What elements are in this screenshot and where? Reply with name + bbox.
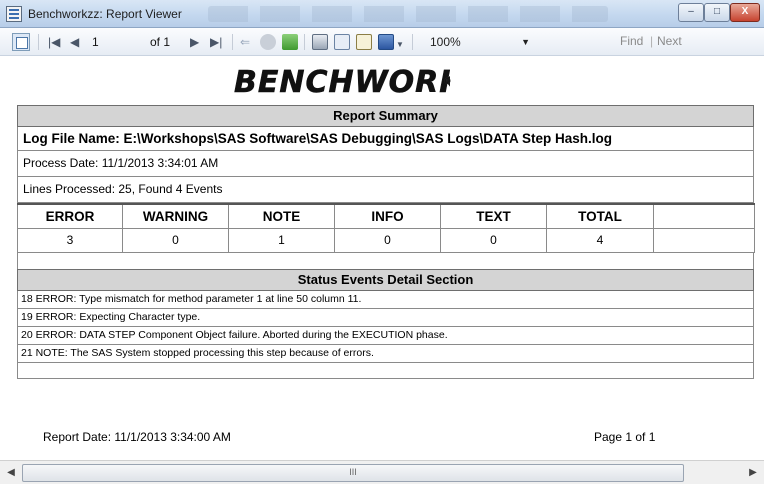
scrollbar-grip: III: [349, 467, 357, 477]
scroll-right-arrow-icon[interactable]: ▶: [744, 464, 762, 482]
blank-count: [653, 227, 755, 253]
log-file-name: Log File Name: E:\Workshops\SAS Software…: [17, 127, 754, 151]
page-number: Page 1 of 1: [594, 430, 656, 444]
zoom-value: 100%: [430, 35, 461, 49]
minimize-button[interactable]: –: [678, 3, 704, 22]
app-icon: [6, 6, 22, 22]
report-body: Report Summary Log File Name: E:\Worksho…: [17, 105, 755, 379]
window-title: Benchworkzz: Report Viewer: [28, 7, 182, 21]
report-summary-header: Report Summary: [17, 105, 754, 127]
event-row: 19 ERROR: Expecting Character type.: [17, 308, 754, 327]
report-toolbar: |◀ ◀ 1 of 1 ▶ ▶| ⇐ ▼ 100% ▼ Find | Next: [0, 28, 764, 56]
title-bar-background-blur: [208, 6, 608, 22]
total-count: 4: [546, 227, 654, 253]
find-next-link[interactable]: Next: [657, 34, 682, 48]
zoom-select[interactable]: 100% ▼: [420, 32, 536, 52]
print-layout-icon[interactable]: [334, 34, 350, 50]
current-page-input[interactable]: 1: [92, 34, 99, 50]
first-page-button[interactable]: |◀: [48, 34, 60, 50]
last-page-button[interactable]: ▶|: [210, 34, 222, 50]
process-date: Process Date: 11/1/2013 3:34:01 AM: [17, 151, 754, 177]
scroll-left-arrow-icon[interactable]: ◀: [2, 464, 20, 482]
back-icon[interactable]: ⇐: [240, 34, 250, 50]
info-header: INFO: [334, 203, 441, 229]
export-dropdown-chevron-icon[interactable]: ▼: [396, 37, 404, 53]
blank-header: [653, 203, 755, 229]
lines-processed: Lines Processed: 25, Found 4 Events: [17, 177, 754, 203]
refresh-icon[interactable]: [282, 34, 298, 50]
section-spacer: [17, 252, 754, 269]
error-header: ERROR: [17, 203, 123, 229]
note-count: 1: [228, 227, 335, 253]
find-separator: |: [650, 34, 654, 48]
page-setup-icon[interactable]: [356, 34, 372, 50]
find-link[interactable]: Find: [620, 34, 643, 48]
warning-header: WARNING: [122, 203, 229, 229]
report-canvas: BENCHWORKZZ ® Report Summary Log File Na…: [0, 56, 764, 460]
report-footer: Report Date: 11/1/2013 3:34:00 AM Page 1…: [17, 428, 754, 448]
counts-header-row: ERROR WARNING NOTE INFO TEXT TOTAL: [17, 203, 755, 229]
document-map-toggle-icon[interactable]: [12, 33, 30, 51]
event-row: 18 ERROR: Type mismatch for method param…: [17, 290, 754, 309]
benchworkzz-logo: BENCHWORKZZ: [234, 65, 450, 100]
export-icon[interactable]: [378, 34, 394, 50]
page-count-label: of 1: [150, 35, 171, 49]
stop-icon[interactable]: [260, 34, 276, 50]
toolbar-separator: [412, 34, 413, 50]
horizontal-scrollbar[interactable]: ◀ III ▶: [0, 460, 764, 484]
info-count: 0: [334, 227, 441, 253]
toolbar-separator: [232, 34, 233, 50]
scrollbar-thumb[interactable]: III: [22, 464, 684, 482]
event-counts-table: ERROR WARNING NOTE INFO TEXT TOTAL 3 0 1…: [17, 203, 755, 253]
maximize-button[interactable]: □: [704, 3, 730, 22]
warning-count: 0: [122, 227, 229, 253]
toolbar-separator: [304, 34, 305, 50]
error-count: 3: [17, 227, 123, 253]
zoom-dropdown-chevron-icon: ▼: [521, 37, 530, 47]
text-header: TEXT: [440, 203, 547, 229]
text-count: 0: [440, 227, 547, 253]
counts-value-row: 3 0 1 0 0 4: [17, 227, 755, 253]
event-row: 21 NOTE: The SAS System stopped processi…: [17, 344, 754, 363]
previous-page-button[interactable]: ◀: [70, 34, 79, 50]
report-date: Report Date: 11/1/2013 3:34:00 AM: [43, 430, 231, 444]
event-row-empty: [17, 362, 754, 379]
next-page-button[interactable]: ▶: [190, 34, 199, 50]
toolbar-separator: [38, 34, 39, 50]
registered-mark: ®: [444, 76, 451, 86]
status-events-header: Status Events Detail Section: [17, 268, 754, 291]
total-header: TOTAL: [546, 203, 654, 229]
title-bar: Benchworkzz: Report Viewer – □ X: [0, 0, 764, 28]
print-icon[interactable]: [312, 34, 328, 50]
close-button[interactable]: X: [730, 3, 760, 22]
logo-text: BENCHWORKZZ: [234, 65, 450, 100]
note-header: NOTE: [228, 203, 335, 229]
event-row: 20 ERROR: DATA STEP Component Object fai…: [17, 326, 754, 345]
